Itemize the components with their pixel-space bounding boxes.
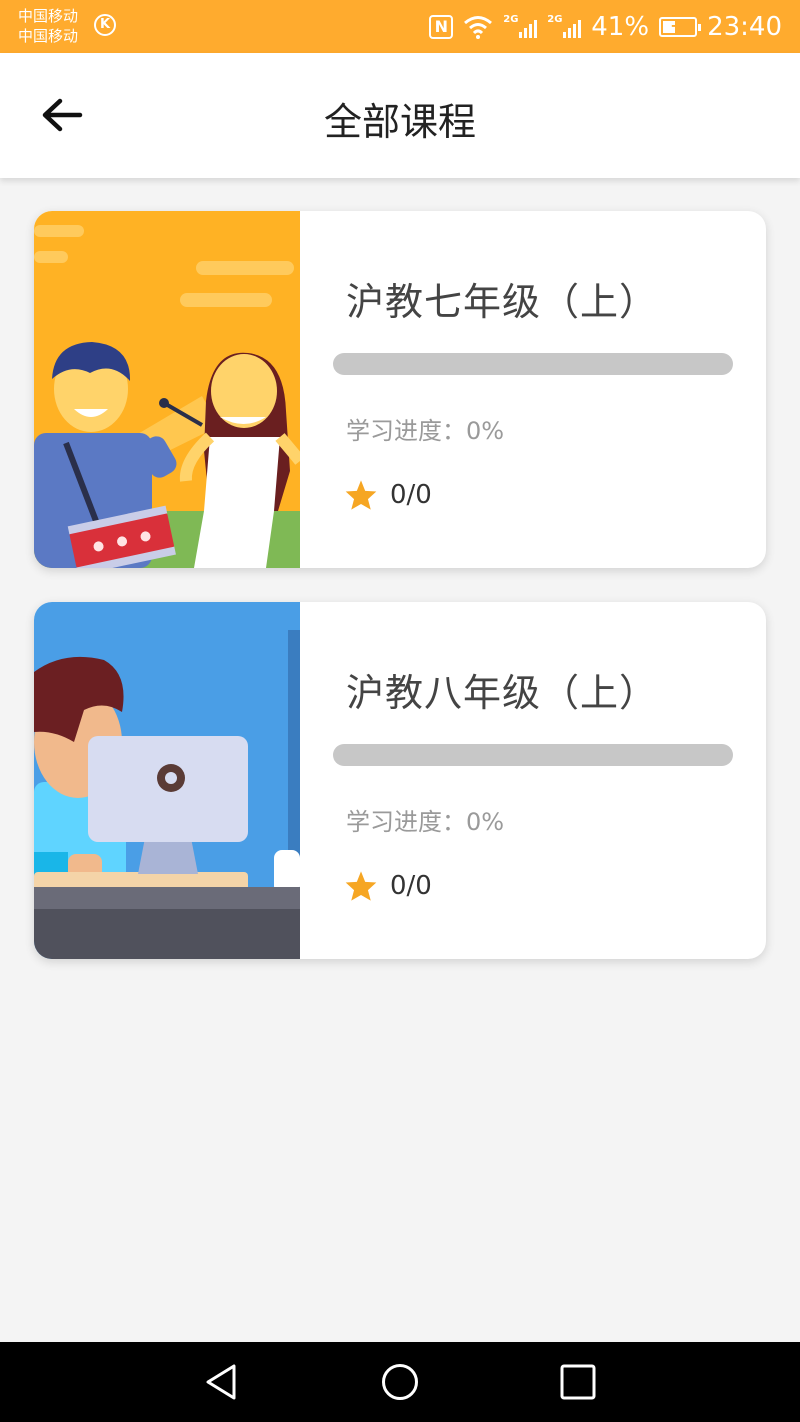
clock: 23:40 [707, 12, 782, 42]
course-thumbnail-computer [34, 602, 300, 959]
rating: 0/0 [344, 479, 432, 511]
system-nav-bar [0, 1342, 800, 1422]
progress-label: 学习进度：0% [346, 417, 505, 445]
rating: 0/0 [344, 870, 432, 902]
star-icon [345, 480, 377, 510]
app-bar: 全部课程 [0, 53, 800, 178]
course-card[interactable]: 沪教八年级（上） 学习进度：0% 0/0 [34, 602, 766, 959]
progress-bar [333, 353, 733, 375]
signal-icon-1: 2G [503, 14, 538, 40]
k-badge-icon: K [94, 14, 116, 36]
star-icon [345, 871, 377, 901]
nav-recents-button[interactable] [558, 1362, 598, 1402]
battery-icon: + [659, 16, 702, 37]
course-title: 沪教八年级（上） [346, 671, 659, 715]
carrier-1: 中国移动 [18, 7, 79, 25]
carrier-names: 中国移动 中国移动 [18, 6, 78, 46]
wifi-icon [464, 16, 493, 39]
course-thumbnail-musicians [34, 211, 300, 568]
triangle-back-icon [206, 1364, 236, 1400]
course-title: 沪教七年级（上） [346, 280, 659, 324]
nav-back-button[interactable] [202, 1362, 242, 1402]
nav-home-button[interactable] [380, 1362, 420, 1402]
nfc-icon: N [429, 15, 454, 39]
status-bar: 中国移动 中国移动 K N 2G 2G 41% + 23:40 [0, 0, 800, 53]
rating-count: 0/0 [390, 871, 432, 901]
signal-tag-2: 2G [547, 14, 563, 25]
page-title: 全部课程 [323, 100, 476, 144]
progress-bar [333, 744, 733, 766]
square-recents-icon [560, 1364, 596, 1400]
circle-home-icon [382, 1364, 418, 1400]
battery-percent: 41% [591, 12, 650, 42]
signal-tag-1: 2G [503, 14, 519, 25]
status-indicators: N 2G 2G 41% + 23:40 [429, 10, 782, 44]
rating-count: 0/0 [390, 480, 432, 510]
carrier-2: 中国移动 [18, 27, 79, 45]
progress-label: 学习进度：0% [346, 808, 505, 836]
signal-icon-2: 2G [547, 14, 582, 40]
course-card[interactable]: 沪教七年级（上） 学习进度：0% 0/0 [34, 211, 766, 568]
